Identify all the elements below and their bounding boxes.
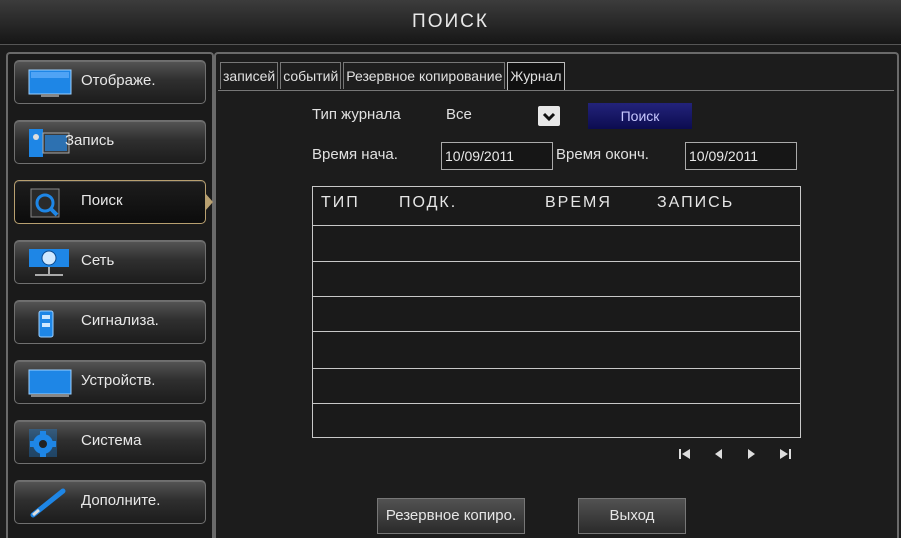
first-page-icon — [679, 449, 690, 459]
log-type-select[interactable]: Все — [446, 106, 472, 123]
table-row[interactable] — [313, 331, 800, 332]
sidebar-item-alarm[interactable]: Сигнализа. — [14, 300, 206, 344]
table-row[interactable] — [313, 261, 800, 262]
end-time-label: Время оконч. — [556, 146, 649, 163]
column-header-channel: ПОДК. — [399, 194, 458, 211]
sidebar: Отображе. Запись Поиск Сеть Сигнализа. У… — [6, 52, 214, 538]
search-button[interactable]: Поиск — [588, 103, 692, 129]
tab-records[interactable]: записей — [220, 62, 279, 89]
active-indicator — [205, 193, 213, 211]
sidebar-item-devices[interactable]: Устройств. — [14, 360, 206, 404]
dropdown-icon[interactable] — [538, 106, 560, 126]
start-time-field[interactable]: 10/09/2011 — [441, 142, 553, 170]
sidebar-item-label: Запись — [65, 132, 115, 149]
sidebar-item-label: Устройств. — [81, 372, 156, 389]
first-page-button[interactable] — [676, 445, 694, 463]
prev-page-button[interactable] — [710, 445, 728, 463]
sidebar-item-advanced[interactable]: Дополните. — [14, 480, 206, 524]
sidebar-item-label: Сигнализа. — [81, 312, 159, 329]
backup-button[interactable]: Резервное копиро. — [377, 498, 525, 534]
tab-log[interactable]: Журнал — [507, 62, 565, 91]
last-page-button[interactable] — [776, 445, 794, 463]
exit-button[interactable]: Выход — [578, 498, 686, 534]
log-type-label: Тип журнала — [312, 106, 401, 123]
next-page-button[interactable] — [742, 445, 760, 463]
sidebar-item-system[interactable]: Система — [14, 420, 206, 464]
monitor-icon — [28, 69, 72, 97]
last-page-icon — [780, 449, 791, 459]
column-header-time: ВРЕМЯ — [545, 194, 612, 211]
sidebar-item-label: Отображе. — [81, 72, 156, 89]
sidebar-item-network[interactable]: Сеть — [14, 240, 206, 284]
prev-page-icon — [715, 449, 722, 459]
sidebar-item-label: Дополните. — [81, 492, 161, 509]
chevron-down-icon — [542, 112, 556, 122]
magnifier-icon — [30, 188, 60, 218]
sidebar-item-label: Сеть — [81, 252, 115, 269]
start-time-label: Время нача. — [312, 146, 398, 163]
column-header-record: ЗАПИСЬ — [657, 194, 735, 211]
gear-icon — [29, 429, 57, 457]
log-table: ТИП ПОДК. ВРЕМЯ ЗАПИСЬ — [312, 186, 801, 438]
table-row[interactable] — [313, 368, 800, 369]
device-monitor-icon — [28, 369, 72, 397]
column-header-type: ТИП — [321, 194, 360, 211]
network-globe-icon — [29, 249, 69, 276]
alarm-icon — [38, 310, 54, 338]
next-page-icon — [748, 449, 755, 459]
table-row[interactable] — [313, 225, 800, 226]
sidebar-item-label: Система — [81, 432, 142, 449]
window-title: ПОИСК — [412, 11, 489, 32]
sidebar-item-display[interactable]: Отображе. — [14, 60, 206, 104]
sidebar-item-record[interactable]: Запись — [14, 120, 206, 164]
tab-events[interactable]: событий — [280, 62, 342, 89]
tab-divider — [218, 90, 894, 91]
tab-bar: записей событий Резервное копирование Жу… — [220, 62, 567, 91]
table-row[interactable] — [313, 296, 800, 297]
sidebar-item-search[interactable]: Поиск — [14, 180, 213, 224]
window-title-bar: ПОИСК — [0, 0, 901, 45]
end-time-field[interactable]: 10/09/2011 — [685, 142, 797, 170]
table-row[interactable] — [313, 403, 800, 404]
pen-icon — [30, 488, 66, 518]
tab-backup[interactable]: Резервное копирование — [343, 62, 506, 89]
sidebar-item-label: Поиск — [81, 192, 123, 209]
